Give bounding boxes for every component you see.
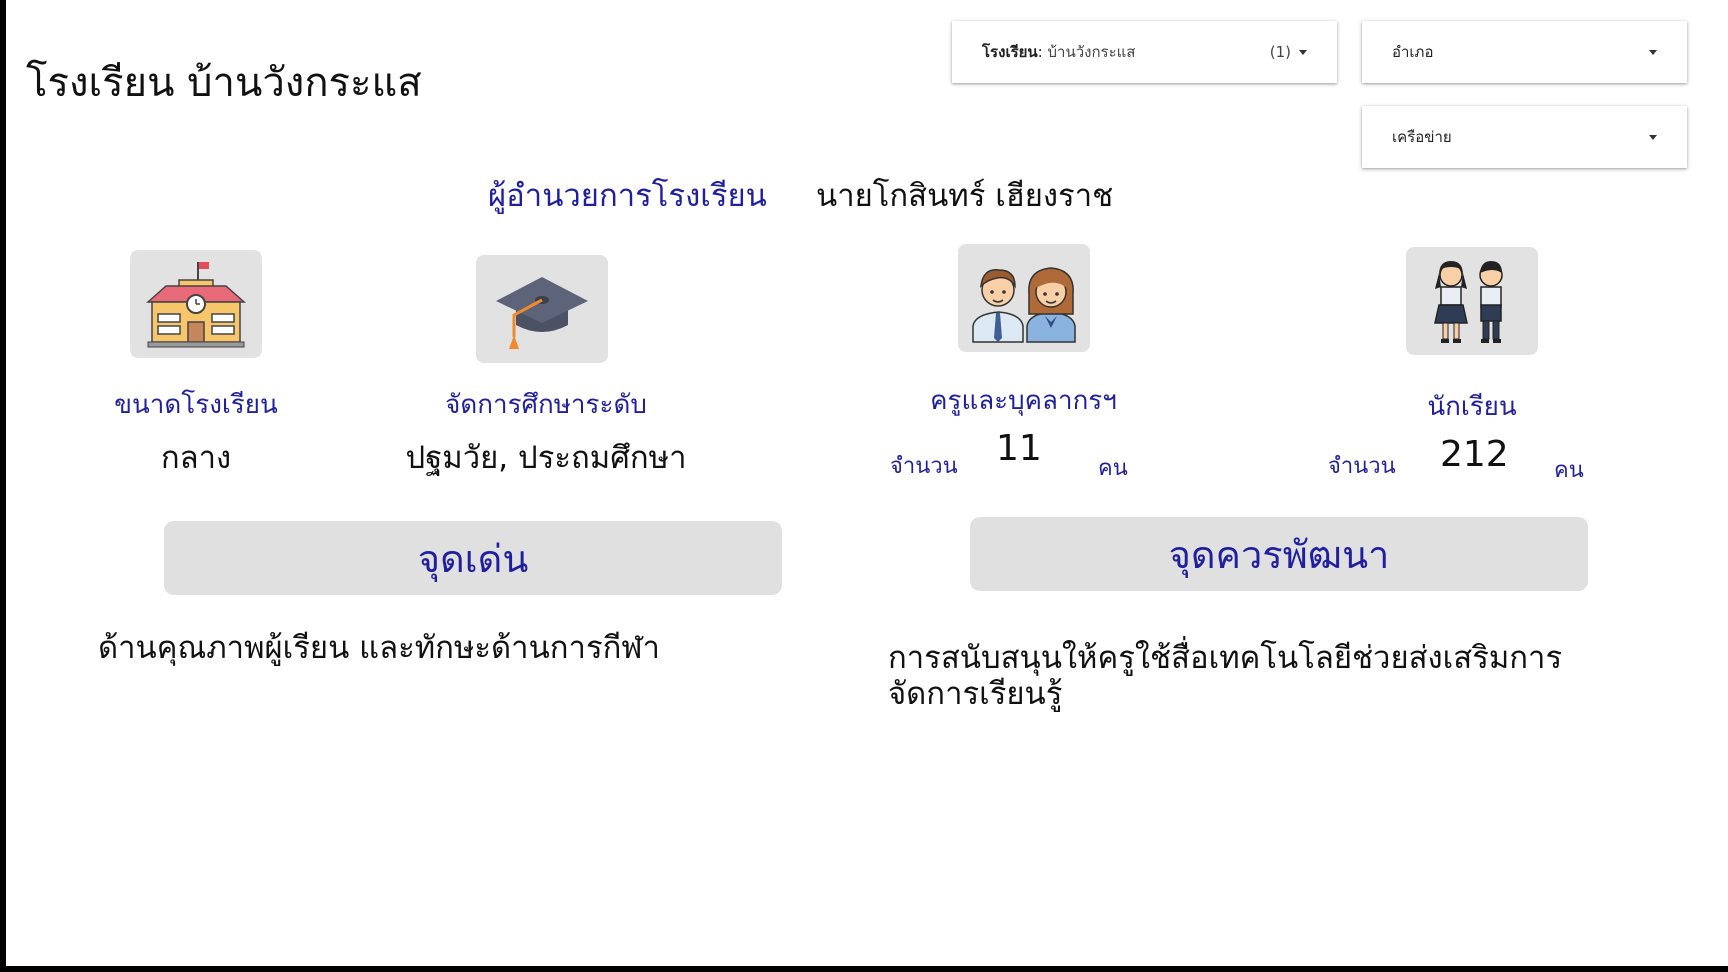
strengths-text: ด้านคุณภาพผู้เรียน และทักษะด้านการกีฬา <box>98 630 660 666</box>
strengths-button[interactable]: จุดเด่น <box>164 521 782 595</box>
students-count-prefix: จำนวน <box>1328 454 1396 479</box>
network-filter-dropdown[interactable]: เครือข่าย <box>1362 106 1687 168</box>
district-filter-label: อำเภอ <box>1392 43 1434 61</box>
school-filter-value: บ้านวังกระแส <box>1047 43 1136 61</box>
improvements-text-line1: การสนับสนุนให้ครูใช้สื่อเทคโนโลยีช่วยส่ง… <box>888 640 1563 676</box>
director-name: นายโกสินทร์ เฮียงราช <box>816 178 1114 214</box>
students-count: 212 <box>1440 434 1509 475</box>
graduation-cap-icon <box>496 277 588 349</box>
improvements-button[interactable]: จุดควรพัฒนา <box>970 517 1588 591</box>
school-size-label: ขนาดโรงเรียน <box>114 390 278 420</box>
teachers-count-prefix: จำนวน <box>890 454 958 479</box>
school-filter-separator: : <box>1037 43 1048 61</box>
director-label: ผู้อำนวยการโรงเรียน <box>488 178 767 214</box>
chevron-down-icon <box>1649 134 1657 140</box>
students-count-unit: คน <box>1554 458 1584 483</box>
teachers-count: 11 <box>996 428 1042 469</box>
chevron-down-icon <box>1649 49 1657 55</box>
teachers-icon <box>972 267 1076 343</box>
school-filter-dropdown[interactable]: โรงเรียน : บ้านวังกระแส (1) <box>952 21 1337 83</box>
students-label: นักเรียน <box>1427 392 1517 422</box>
education-level-value: ปฐมวัย, ประถมศึกษา <box>405 440 687 476</box>
education-level-label: จัดการศึกษาระดับ <box>445 390 647 420</box>
teachers-icon-box <box>958 244 1090 352</box>
chevron-down-icon <box>1299 49 1307 55</box>
school-size-value: กลาง <box>160 440 232 476</box>
school-size-icon-box <box>130 250 262 358</box>
students-icon-box <box>1406 247 1538 355</box>
education-level-icon-box <box>476 255 608 363</box>
teachers-label: ครูและบุคลากรฯ <box>930 386 1117 416</box>
students-icon <box>1434 261 1503 343</box>
page-title: โรงเรียน บ้านวังกระแส <box>26 60 422 106</box>
school-filter-count: (1) <box>1269 43 1291 61</box>
dashboard-canvas: โรงเรียน บ้านวังกระแส โรงเรียน : บ้านวัง… <box>6 0 1728 966</box>
district-filter-dropdown[interactable]: อำเภอ <box>1362 21 1687 83</box>
school-filter-label: โรงเรียน <box>982 43 1038 61</box>
improvements-text-line2: จัดการเรียนรู้ <box>888 676 1063 712</box>
teachers-count-unit: คน <box>1098 456 1128 481</box>
school-building-icon <box>146 262 246 348</box>
network-filter-label: เครือข่าย <box>1392 128 1452 146</box>
